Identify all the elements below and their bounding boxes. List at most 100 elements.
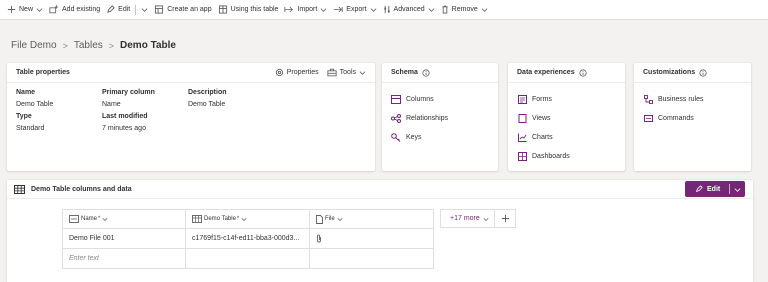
key-icon: [391, 133, 401, 143]
data-experience-dashboards[interactable]: Dashboards: [517, 151, 616, 162]
tools-button[interactable]: Tools: [327, 68, 366, 77]
chevron-down-icon: [102, 216, 108, 222]
edit-table-label: Edit: [707, 185, 721, 193]
create-app-button[interactable]: Create an app: [151, 2, 214, 18]
schema-header: Schema: [382, 63, 498, 83]
primary-column-label: Primary column: [102, 89, 155, 96]
page-title: Demo Table: [120, 40, 176, 51]
add-existing-button[interactable]: Add existing: [46, 2, 103, 18]
data-experience-views[interactable]: Views: [517, 113, 616, 124]
last-modified-value: 7 minutes ago: [102, 125, 146, 132]
edit-table-main[interactable]: Edit: [685, 185, 729, 193]
info-icon[interactable]: [578, 68, 587, 77]
info-icon[interactable]: [422, 68, 430, 77]
gear-icon: [275, 68, 284, 77]
remove-button[interactable]: Remove: [438, 2, 491, 18]
toolbox-icon: [327, 68, 337, 77]
property-column-primary: Primary column Name Last modified 7 minu…: [102, 89, 182, 135]
business-rules-icon: [643, 95, 653, 105]
column-header-demo-table[interactable]: Demo Table *: [186, 209, 310, 229]
import-button[interactable]: Import: [281, 2, 330, 18]
new-row-name-input[interactable]: Enter text: [62, 249, 186, 269]
grid-icon: [14, 184, 25, 194]
divider: [135, 4, 137, 15]
name-label: Name: [16, 89, 36, 96]
pencil-icon: [695, 185, 703, 193]
view-icon: [517, 114, 527, 124]
data-experiences-links: Forms Views Charts Dashboards: [508, 83, 625, 162]
add-existing-icon: [49, 5, 59, 14]
data-experience-forms[interactable]: Forms: [517, 94, 616, 105]
using-table-label: Using this table: [230, 6, 279, 13]
edit-button[interactable]: Edit: [103, 2, 133, 18]
schema-item-keys[interactable]: Keys: [391, 132, 489, 143]
table-data-title: Demo Table columns and data: [31, 185, 132, 193]
relationships-icon: [391, 114, 401, 124]
required-marker: *: [98, 216, 101, 222]
remove-label: Remove: [451, 6, 478, 13]
command-bar: New Add existing Edit Create an app Usin…: [0, 0, 768, 20]
schema-card: Schema Columns Relationships Keys: [382, 63, 498, 171]
customizations-title: Customizations: [643, 69, 696, 76]
schema-title: Schema: [391, 69, 418, 76]
using-table-button[interactable]: Using this table: [215, 2, 282, 18]
chevron-down-icon: [320, 6, 327, 13]
customization-business-rules[interactable]: Business rules: [643, 94, 742, 105]
customizations-header: Customizations: [634, 63, 751, 83]
advanced-icon: [383, 5, 391, 14]
chevron-down-icon: [337, 216, 343, 222]
column-header-name[interactable]: Name *: [62, 209, 186, 229]
customization-commands[interactable]: Commands: [643, 113, 742, 124]
table-properties-actions: Properties Tools: [267, 68, 366, 77]
chart-icon: [517, 133, 527, 143]
table-row-cell[interactable]: c1769f15-c14f-ed11-bba3-000d3...: [186, 229, 310, 249]
export-button[interactable]: Export: [330, 2, 379, 18]
data-experience-label: Charts: [532, 134, 553, 141]
schema-item-label: Columns: [406, 96, 434, 103]
table-data-header: Demo Table columns and data: [7, 180, 753, 199]
table-row-cell[interactable]: Demo File 001: [62, 229, 186, 249]
tools-label: Tools: [339, 69, 356, 76]
add-column-button[interactable]: [494, 210, 515, 227]
chevron-down-icon: [734, 186, 741, 193]
new-row-cell[interactable]: [186, 249, 310, 269]
advanced-button[interactable]: Advanced: [380, 2, 438, 18]
schema-item-relationships[interactable]: Relationships: [391, 113, 489, 124]
breadcrumb-root[interactable]: File Demo: [11, 40, 57, 51]
import-label: Import: [297, 6, 318, 13]
primary-column-value: Name: [102, 101, 121, 108]
more-columns-label: +17 more: [450, 215, 480, 222]
table-icon: [218, 5, 228, 14]
property-column-description: Description Demo Table: [188, 89, 268, 111]
commands-icon: [643, 114, 653, 124]
last-modified-label: Last modified: [102, 113, 148, 120]
schema-item-columns[interactable]: Columns: [391, 94, 489, 105]
chevron-down-icon: [359, 69, 366, 76]
table-properties-card: Table properties Properties Tools Name D…: [7, 63, 375, 171]
column-header-label: File: [325, 216, 335, 222]
edit-table-dropdown[interactable]: [730, 186, 745, 193]
paperclip-icon[interactable]: [316, 234, 322, 243]
data-experiences-header: Data experiences: [508, 63, 625, 83]
text-field-icon: [69, 215, 79, 223]
chevron-down-icon: [36, 6, 43, 13]
info-icon[interactable]: [699, 68, 707, 77]
column-header-file[interactable]: File: [310, 209, 434, 229]
customization-label: Commands: [658, 115, 694, 122]
edit-table-button[interactable]: Edit: [685, 181, 745, 197]
edit-label: Edit: [118, 6, 131, 13]
name-value: Demo Table: [16, 101, 54, 108]
new-row-cell[interactable]: [310, 249, 434, 269]
edit-menu-button[interactable]: [138, 2, 151, 18]
breadcrumb: File Demo > Tables > Demo Table: [11, 40, 176, 51]
customizations-card: Customizations Business rules Commands: [634, 63, 751, 171]
properties-button[interactable]: Properties: [275, 68, 319, 77]
new-button[interactable]: New: [4, 2, 46, 18]
more-columns-button[interactable]: +17 more: [441, 215, 494, 222]
breadcrumb-tables[interactable]: Tables: [74, 40, 103, 51]
chevron-right-icon: >: [108, 40, 115, 51]
table-properties-title: Table properties: [16, 69, 70, 76]
table-row-cell[interactable]: [310, 229, 434, 249]
data-experience-charts[interactable]: Charts: [517, 132, 616, 143]
advanced-label: Advanced: [393, 6, 425, 13]
